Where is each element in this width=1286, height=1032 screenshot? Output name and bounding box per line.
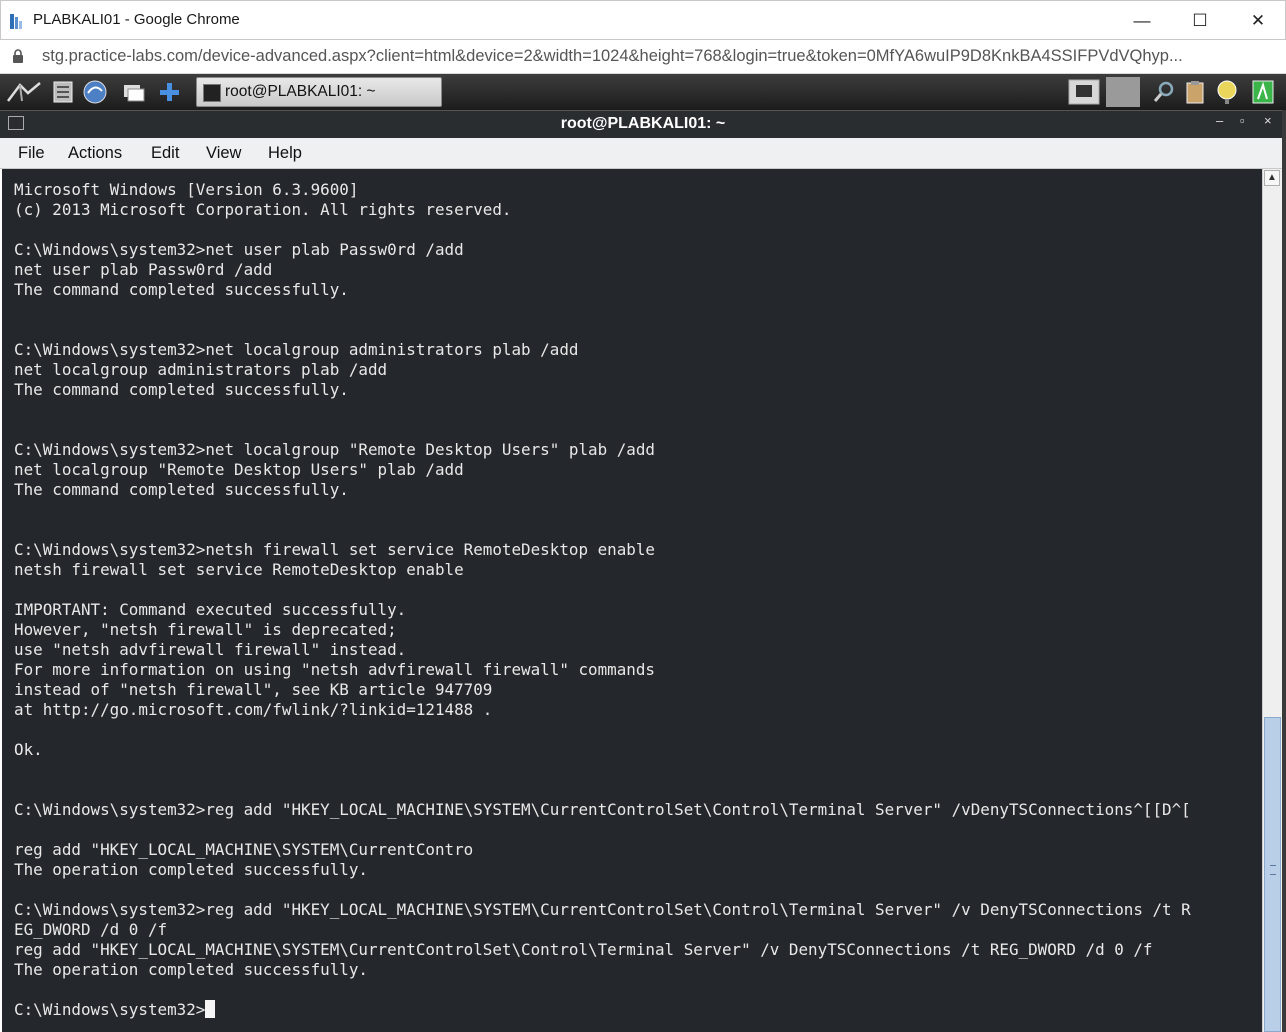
browser-icon[interactable] <box>82 79 108 105</box>
close-icon: ✕ <box>1250 11 1266 30</box>
window-border <box>1282 110 1286 1032</box>
minimize-icon: — <box>1133 11 1151 30</box>
terminal-line: The operation completed successfully. <box>14 860 368 879</box>
maximize-button[interactable]: ☐ <box>1171 1 1229 41</box>
terminal-line: net localgroup "Remote Desktop Users" pl… <box>14 460 464 479</box>
terminal-menubar: File Actions Edit View Help <box>0 138 1286 169</box>
scrollbar-grip <box>1270 865 1276 875</box>
terminal-line: The operation completed successfully. <box>14 960 368 979</box>
menu-actions[interactable]: Actions <box>68 144 122 163</box>
terminal-line: use "netsh advfirewall firewall" instead… <box>14 640 407 659</box>
terminal-line: reg add "HKEY_LOCAL_MACHINE\SYSTEM\Curre… <box>14 840 474 859</box>
terminal-line: EG_DWORD /d 0 /f <box>14 920 168 939</box>
terminal-line: C:\Windows\system32>reg add "HKEY_LOCAL_… <box>14 800 1191 819</box>
logout-icon[interactable] <box>1250 79 1276 105</box>
menu-view[interactable]: View <box>206 144 241 163</box>
terminal-line: The command completed successfully. <box>14 480 349 499</box>
workspace-icon[interactable] <box>1068 79 1100 105</box>
browser-titlebar: PLABKALI01 - Google Chrome — ☐ ✕ <box>0 0 1286 40</box>
terminal-line: net localgroup administrators plab /add <box>14 360 388 379</box>
terminal-cursor <box>205 1000 216 1018</box>
terminal-line: netsh firewall set service RemoteDesktop… <box>14 560 464 579</box>
terminal-line: net user plab Passw0rd /add <box>14 260 273 279</box>
terminal-line: at http://go.microsoft.com/fwlink/?linki… <box>14 700 493 719</box>
terminal-close-button[interactable]: × <box>1264 113 1272 128</box>
taskbar-item-terminal[interactable]: root@PLABKALI01: ~ <box>196 77 442 107</box>
terminal-line: C:\Windows\system32>net localgroup admin… <box>14 340 579 359</box>
close-button[interactable]: ✕ <box>1229 1 1286 41</box>
maximize-icon: ☐ <box>1192 11 1208 30</box>
terminal-line: instead of "netsh firewall", see KB arti… <box>14 680 493 699</box>
kali-menu-icon[interactable] <box>6 79 42 105</box>
terminal-line: C:\Windows\system32>net localgroup "Remo… <box>14 440 655 459</box>
minimize-button[interactable]: — <box>1113 1 1171 41</box>
terminal-title: root@PLABKALI01: ~ <box>560 115 726 132</box>
terminal-icon <box>203 84 221 102</box>
taskbar-item-label: root@PLABKALI01: ~ <box>225 83 376 100</box>
scrollbar-thumb[interactable] <box>1264 717 1281 1032</box>
app-logo-icon <box>10 14 22 29</box>
url-text[interactable]: stg.practice-labs.com/device-advanced.as… <box>42 47 1272 66</box>
terminal-prompt: C:\Windows\system32> <box>14 1000 206 1019</box>
workspace-switcher[interactable] <box>1106 77 1140 107</box>
clipboard-icon[interactable] <box>1182 79 1208 105</box>
terminal-prompt-line[interactable]: C:\Windows\system32> <box>14 1000 216 1020</box>
terminal-titlebar: root@PLABKALI01: ~ – ▫ × <box>0 110 1286 139</box>
lock-icon[interactable] <box>12 49 24 64</box>
window-title: PLABKALI01 - Google Chrome <box>33 11 240 28</box>
terminal-line: Ok. <box>14 740 43 759</box>
add-icon[interactable] <box>156 79 182 105</box>
menu-edit[interactable]: Edit <box>151 144 179 163</box>
terminal-line: The command completed successfully. <box>14 380 349 399</box>
terminal-minimize-button[interactable]: – <box>1216 113 1223 128</box>
terminal-line: However, "netsh firewall" is deprecated; <box>14 620 397 639</box>
terminal-line: Microsoft Windows [Version 6.3.9600] <box>14 180 359 199</box>
menu-help[interactable]: Help <box>268 144 302 163</box>
windows-icon[interactable] <box>120 79 146 105</box>
notification-icon[interactable] <box>1214 79 1240 105</box>
terminal-scrollbar[interactable]: ▲ <box>1262 169 1282 1032</box>
terminal-line: C:\Windows\system32>reg add "HKEY_LOCAL_… <box>14 900 1191 919</box>
terminal-maximize-button[interactable]: ▫ <box>1240 113 1245 128</box>
address-bar[interactable]: stg.practice-labs.com/device-advanced.as… <box>0 40 1286 74</box>
file-manager-icon[interactable] <box>50 79 76 105</box>
remote-taskbar: root@PLABKALI01: ~ <box>0 74 1286 110</box>
terminal-output[interactable]: Microsoft Windows [Version 6.3.9600] (c) … <box>2 169 1262 1032</box>
terminal-line: reg add "HKEY_LOCAL_MACHINE\SYSTEM\Curre… <box>14 940 1153 959</box>
terminal-line: For more information on using "netsh adv… <box>14 660 655 679</box>
terminal-line: C:\Windows\system32>net user plab Passw0… <box>14 240 464 259</box>
search-icon[interactable] <box>1152 79 1178 105</box>
terminal-line: IMPORTANT: Command executed successfully… <box>14 600 407 619</box>
terminal-line: (c) 2013 Microsoft Corporation. All righ… <box>14 200 512 219</box>
terminal-line: The command completed successfully. <box>14 280 349 299</box>
terminal-line: C:\Windows\system32>netsh firewall set s… <box>14 540 655 559</box>
scroll-up-arrow-icon[interactable]: ▲ <box>1264 170 1280 186</box>
menu-file[interactable]: File <box>18 144 45 163</box>
